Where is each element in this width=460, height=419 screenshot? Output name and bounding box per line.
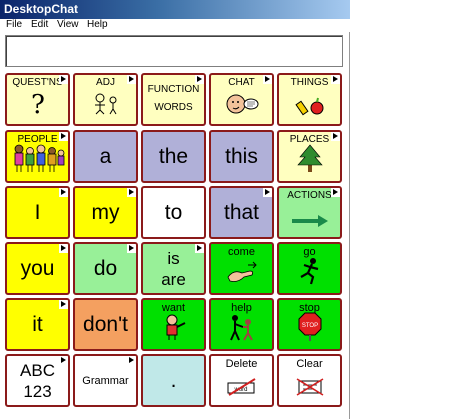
folder-corner-icon xyxy=(59,356,68,365)
vocab-button-i[interactable]: I xyxy=(5,186,70,239)
tree-icon xyxy=(295,143,325,178)
chat-face-icon xyxy=(225,92,259,121)
things-icon xyxy=(294,90,325,121)
vocab-button-label: don't xyxy=(83,312,128,336)
vocab-button-clear[interactable]: Clear xyxy=(277,354,342,407)
vocab-button-you[interactable]: you xyxy=(5,242,70,295)
vocab-button-go[interactable]: go xyxy=(277,242,342,295)
menu-help[interactable]: Help xyxy=(87,19,108,30)
vocab-button-come[interactable]: come xyxy=(209,242,274,295)
folder-corner-icon xyxy=(331,188,340,197)
vocab-button-label: is are xyxy=(161,248,186,289)
vocab-button-label: FUNCTION WORDS xyxy=(147,84,200,113)
folder-corner-icon xyxy=(195,75,204,84)
question-mark-icon: ? xyxy=(28,90,48,121)
running-person-icon xyxy=(295,257,325,290)
vocab-button-don-t[interactable]: don't xyxy=(73,298,138,351)
folder-corner-icon xyxy=(59,300,68,309)
vocab-button-grammar[interactable]: Grammar xyxy=(73,354,138,407)
vocab-button-to[interactable]: to xyxy=(141,186,206,239)
vocab-button-label: do xyxy=(93,256,118,280)
svg-text:?: ? xyxy=(31,90,45,116)
people-group-icon xyxy=(11,143,65,178)
vocab-button-label: ABC 123 xyxy=(20,360,55,401)
vocab-button-label: you xyxy=(20,256,55,280)
vocab-button-people[interactable]: PEOPLE xyxy=(5,130,70,183)
svg-text:STOP: STOP xyxy=(301,323,317,329)
help-people-icon xyxy=(226,313,258,346)
menu-view[interactable]: View xyxy=(57,19,79,30)
vocab-button-the[interactable]: the xyxy=(141,130,206,183)
vocab-button-adj[interactable]: ADJ xyxy=(73,73,138,126)
vocab-button-this[interactable]: this xyxy=(209,130,274,183)
folder-corner-icon xyxy=(59,132,68,141)
vocab-button-label: . xyxy=(170,368,177,392)
app-window: DesktopChat File Edit View Help QUEST'NS… xyxy=(0,0,350,419)
title-bar[interactable]: DesktopChat xyxy=(0,0,350,19)
vocab-button-actions[interactable]: ACTIONS xyxy=(277,186,342,239)
folder-corner-icon xyxy=(331,132,340,141)
vocab-button-a[interactable]: a xyxy=(73,130,138,183)
vocab-button-label: it xyxy=(32,312,43,336)
vocab-button-label: a xyxy=(99,144,112,168)
folder-corner-icon xyxy=(127,75,136,84)
clear-icon xyxy=(293,375,327,402)
vocab-button-my[interactable]: my xyxy=(73,186,138,239)
folder-corner-icon xyxy=(127,356,136,365)
folder-corner-icon xyxy=(59,244,68,253)
vocab-button-is-are[interactable]: is are xyxy=(141,242,206,295)
message-bar[interactable] xyxy=(5,35,343,67)
want-person-icon xyxy=(159,313,189,346)
vocab-button-label: the xyxy=(158,144,189,168)
menu-file[interactable]: File xyxy=(6,19,22,30)
window-title: DesktopChat xyxy=(4,2,79,16)
vocab-button-it[interactable]: it xyxy=(5,298,70,351)
menu-edit[interactable]: Edit xyxy=(31,19,48,30)
menu-bar: File Edit View Help xyxy=(0,19,350,32)
vocab-button-label: come xyxy=(228,246,255,258)
folder-corner-icon xyxy=(127,188,136,197)
folder-corner-icon xyxy=(331,75,340,84)
vocab-button-label: Clear xyxy=(296,358,323,370)
vocab-button-label: to xyxy=(164,200,183,224)
come-hand-icon xyxy=(224,261,260,290)
vocab-button-function-words[interactable]: FUNCTION WORDS xyxy=(141,73,206,126)
folder-corner-icon xyxy=(59,188,68,197)
vocab-button-want[interactable]: want xyxy=(141,298,206,351)
right-arrow-icon xyxy=(290,213,330,234)
folder-corner-icon xyxy=(59,75,68,84)
vocab-button-help[interactable]: help xyxy=(209,298,274,351)
vocab-button-do[interactable]: do xyxy=(73,242,138,295)
delete-word-icon: word xyxy=(225,375,259,402)
folder-corner-icon xyxy=(195,244,204,253)
folder-corner-icon xyxy=(263,188,272,197)
folder-corner-icon xyxy=(263,75,272,84)
vocab-button-label: Grammar xyxy=(82,374,129,387)
vocab-button-chat[interactable]: CHAT xyxy=(209,73,274,126)
vocab-button-things[interactable]: THINGS xyxy=(277,73,342,126)
vocab-button-[interactable]: . xyxy=(141,354,206,407)
vocab-button-places[interactable]: PLACES xyxy=(277,130,342,183)
folder-corner-icon xyxy=(127,244,136,253)
vocab-button-abc-123[interactable]: ABC 123 xyxy=(5,354,70,407)
vocab-button-that[interactable]: that xyxy=(209,186,274,239)
vocab-button-label: Delete xyxy=(225,358,258,370)
vocab-button-label: that xyxy=(223,200,260,224)
adjectives-icon xyxy=(91,90,121,121)
vocab-button-label: my xyxy=(91,200,120,224)
vocab-button-label: I xyxy=(34,200,41,224)
vocab-button-label: this xyxy=(225,144,258,168)
vocab-button-quest-ns[interactable]: QUEST'NS? xyxy=(5,73,70,126)
vocab-button-stop[interactable]: stop STOP xyxy=(277,298,342,351)
vocab-button-delete[interactable]: Delete word xyxy=(209,354,274,407)
stop-sign-icon: STOP xyxy=(297,311,323,346)
